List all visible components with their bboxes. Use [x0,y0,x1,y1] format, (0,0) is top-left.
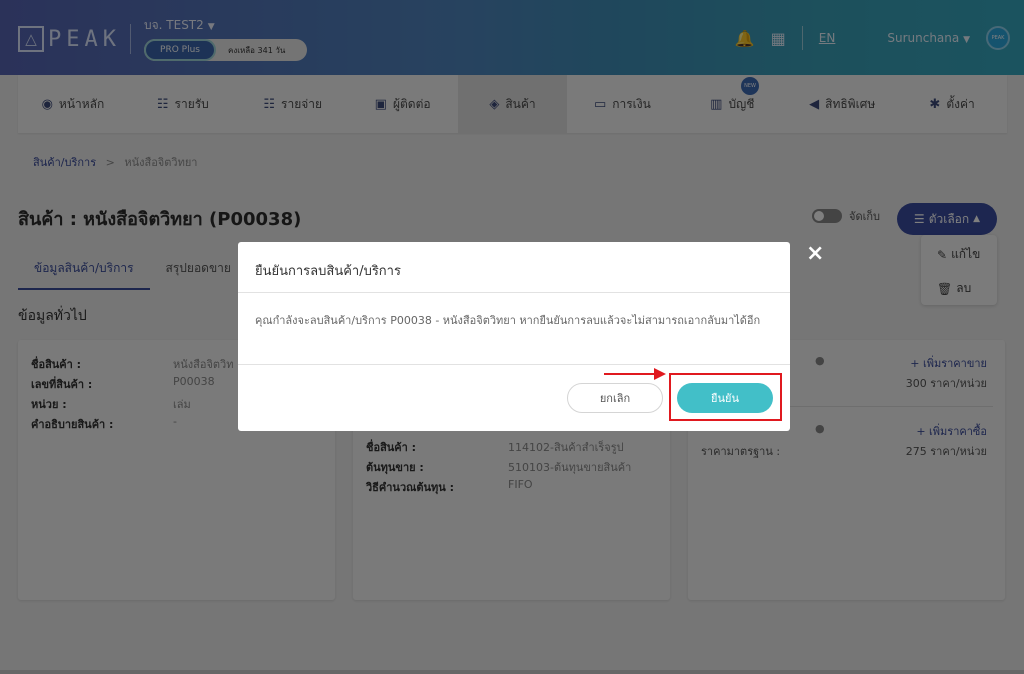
dialog-divider [238,364,790,365]
highlight-box [669,373,782,421]
close-icon[interactable]: × [806,241,824,266]
dialog-message: คุณกำลังจะลบสินค้า/บริการ P00038 - หนังส… [255,314,761,327]
dialog-title: ยืนยันการลบสินค้า/บริการ [255,264,401,279]
pointer-arrow-icon [604,368,666,380]
dialog-divider [238,292,790,293]
cancel-button[interactable]: ยกเลิก [567,383,663,413]
